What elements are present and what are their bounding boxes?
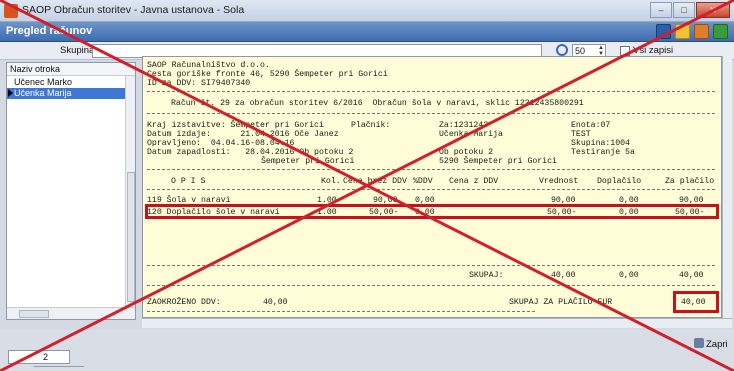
current-row-icon: [8, 89, 13, 97]
total-label: SKUPAJ ZA PLAČILO EUR: [509, 298, 613, 307]
rounded-vat-value: 40,00: [263, 298, 288, 307]
col-quantity: Kol.: [321, 177, 341, 186]
divider: [147, 113, 715, 114]
status-bar: 2 Zapri: [0, 330, 734, 371]
status-divider: [34, 366, 84, 371]
student-name: Učenka Marija: [14, 88, 72, 98]
export-icon[interactable]: [694, 24, 709, 39]
student-list-horizontal-scrollbar[interactable]: [7, 307, 135, 319]
recipient-street: Ob potoku 2: [439, 148, 494, 157]
col-to-pay: Za plačilo: [665, 177, 715, 186]
all-records-checkbox[interactable]: [620, 46, 630, 56]
invoice-horizontal-scrollbar[interactable]: [142, 318, 732, 328]
recipient-city: 5290 Šempeter pri Gorici: [439, 157, 557, 166]
window-controls: – □ ✕: [650, 2, 730, 18]
divider: [147, 311, 535, 312]
highlight-total-box: [673, 291, 719, 313]
student-row[interactable]: Učenec Marko: [7, 77, 135, 88]
scroll-thumb[interactable]: [127, 172, 135, 302]
door-icon: [694, 338, 704, 348]
issue-place: Kraj izstavitve: Šempeter pri Gorici: [147, 121, 324, 130]
view-header: Pregled računov: [0, 22, 734, 42]
invoice-vertical-scrollbar[interactable]: [722, 56, 732, 318]
due-date: Datum zapadlosti: 28.04.2016 Ob potoku 2: [147, 148, 354, 157]
scroll-thumb[interactable]: [19, 310, 49, 318]
search-icon[interactable]: [556, 44, 568, 56]
student-list-vertical-scrollbar[interactable]: [125, 76, 135, 308]
invoice-heading: Račun št. 29 za obračun storitev 6/2016 …: [171, 99, 584, 108]
col-description: O P I S: [171, 177, 206, 186]
minimize-button[interactable]: –: [650, 2, 672, 18]
divider: [147, 265, 715, 266]
col-value: Vrednost: [539, 177, 579, 186]
sum-label: SKUPAJ:: [469, 271, 504, 280]
col-price-no-vat: Cena brez DDV: [343, 177, 407, 186]
unit: Enota:07: [571, 121, 611, 130]
print-icon[interactable]: [656, 24, 671, 39]
service-period: Opravljeno: 04.04.16-08.04.16: [147, 139, 295, 148]
all-records-label: Vsi zapisi: [633, 45, 674, 56]
col-surcharge: Doplačilo: [597, 177, 642, 186]
sum-to-pay: 40,00: [679, 271, 704, 280]
recipient-id: Za:1231243: [439, 121, 489, 130]
col-vat-pct: %DDV: [413, 177, 433, 186]
rounded-vat-label: ZAOKROŽENO DDV:: [147, 298, 221, 307]
divider: [147, 285, 715, 286]
title-bar: SAOP Obračun storitev - Javna ustanova -…: [0, 0, 734, 22]
company-name: SAOP Računalništvo d.o.o.: [147, 61, 270, 70]
toolbar: [656, 24, 728, 39]
page-number-field[interactable]: 2: [8, 350, 70, 364]
student-row-selected[interactable]: Učenka Marija: [7, 88, 135, 99]
company-address: Cesta goriške fronte 46, 5290 Šempeter p…: [147, 70, 388, 79]
payer-city: Šempeter pri Gorici: [261, 157, 355, 166]
refresh-icon[interactable]: [713, 24, 728, 39]
close-label: Zapri: [706, 339, 728, 350]
group: Skupina:1004: [571, 139, 630, 148]
col-price-vat: Cena z DDV: [449, 177, 499, 186]
test-label: TEST: [571, 130, 591, 139]
invoice-preview: SAOP Računalništvo d.o.o. Cesta goriške …: [142, 56, 722, 318]
app-window: SAOP Obračun storitev - Javna ustanova -…: [0, 0, 734, 371]
company-vat-id: ID za DDV: SI79407340: [147, 79, 251, 88]
close-window-button[interactable]: ✕: [696, 2, 730, 18]
sum-surcharge: 0,00: [619, 271, 639, 280]
group-label: Skupina: [60, 45, 95, 56]
recipient-name: Učenka Marija: [439, 130, 503, 139]
testing-class: Testiranje 5a: [571, 148, 635, 157]
divider: [147, 169, 715, 170]
sum-value: 40,00: [551, 271, 576, 280]
issue-date: Datum izdaje: 21.04.2016 Oče Janez: [147, 130, 339, 139]
student-list-header[interactable]: Naziv otroka: [7, 63, 135, 76]
star-icon[interactable]: [675, 24, 690, 39]
close-button[interactable]: Zapri: [694, 338, 728, 350]
student-list: Naziv otroka Učenec Marko Učenka Marija: [6, 62, 136, 320]
highlight-row-box: [145, 204, 719, 219]
divider: [147, 189, 715, 190]
payer-label: Plačnik:: [351, 121, 391, 130]
app-logo-icon: [4, 4, 18, 18]
divider: [147, 91, 715, 92]
maximize-button[interactable]: □: [673, 2, 695, 18]
view-title: Pregled računov: [6, 25, 93, 37]
window-title: SAOP Obračun storitev - Javna ustanova -…: [22, 4, 245, 16]
